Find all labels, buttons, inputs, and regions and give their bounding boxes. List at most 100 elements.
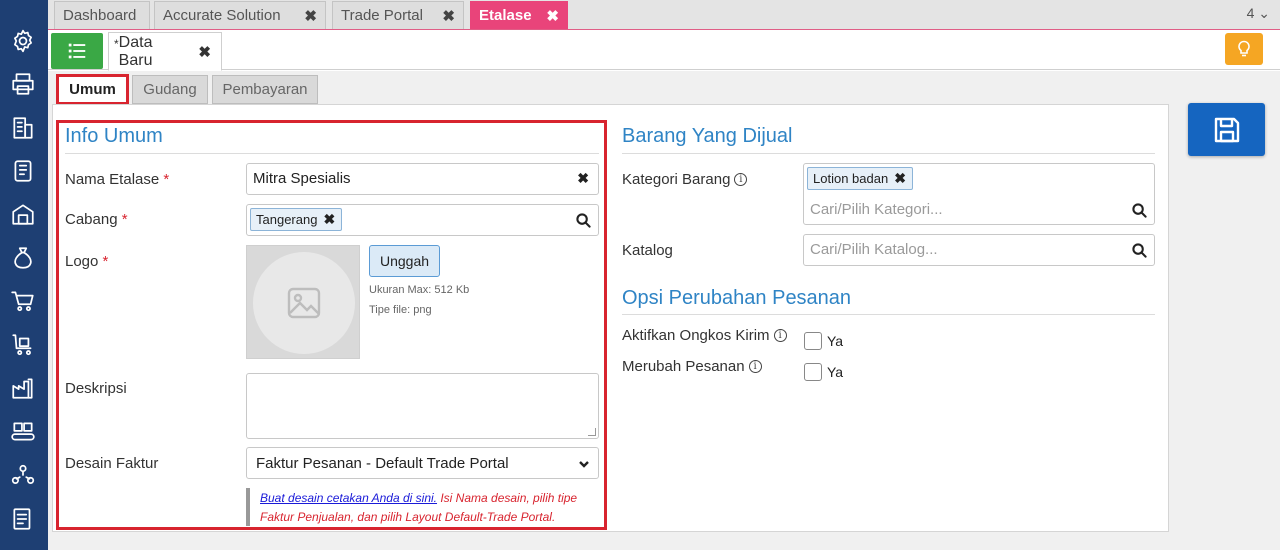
- section-divider: [65, 153, 599, 154]
- subtab-pembayaran[interactable]: Pembayaran: [212, 75, 318, 104]
- lightbulb-icon: [1238, 40, 1250, 57]
- label-text: Nama Etalase: [65, 171, 160, 188]
- chip-lotion-badan: Lotion badan ✖: [807, 167, 913, 190]
- label-ongkos-kirim: Aktifkan Ongkos Kirim i: [622, 327, 787, 344]
- label-cabang: Cabang *: [65, 211, 128, 228]
- tab-accurate-solution[interactable]: Accurate Solution ✖: [154, 1, 326, 29]
- building-icon[interactable]: [9, 114, 37, 142]
- label-logo: Logo *: [65, 253, 108, 270]
- info-icon[interactable]: i: [773, 329, 787, 342]
- doc-tab-label: Data Baru: [118, 33, 153, 69]
- tab-etalase[interactable]: Etalase ✖: [470, 1, 568, 29]
- label-text: Merubah Pesanan: [622, 358, 745, 375]
- desain-faktur-select[interactable]: Faktur Pesanan - Default Trade Portal: [246, 447, 599, 479]
- chip-tangerang: Tangerang ✖: [250, 208, 343, 231]
- buat-desain-link[interactable]: Buat desain cetakan Anda di sini.: [260, 491, 437, 505]
- ongkos-kirim-option: Ya: [827, 333, 844, 349]
- tab-label: Etalase: [479, 7, 532, 24]
- kategori-placeholder: Cari/Pilih Kategori...: [810, 201, 943, 218]
- section-divider: [622, 153, 1155, 154]
- merubah-pesanan-option: Ya: [827, 364, 844, 380]
- select-value: Faktur Pesanan - Default Trade Portal: [256, 455, 509, 472]
- section-title-barang: Barang Yang Dijual: [622, 125, 793, 147]
- document-toolbar: * Data Baru ✖: [48, 30, 1280, 71]
- info-icon[interactable]: i: [734, 173, 748, 186]
- section-divider: [622, 314, 1155, 315]
- close-icon[interactable]: ✖: [198, 43, 211, 61]
- merubah-pesanan-checkbox[interactable]: [804, 363, 822, 381]
- money-bag-icon[interactable]: [9, 244, 37, 272]
- label-deskripsi: Deskripsi: [65, 380, 127, 397]
- section-title-info-umum: Info Umum: [65, 125, 163, 147]
- label-katalog: Katalog: [622, 242, 673, 259]
- chip-label: Lotion badan: [813, 171, 889, 186]
- share-people-icon[interactable]: [9, 461, 37, 489]
- left-sidebar: [0, 0, 48, 550]
- tab-label: Dashboard: [63, 7, 137, 24]
- chip-label: Tangerang: [256, 212, 318, 227]
- doc-tab-data-baru[interactable]: * Data Baru ✖: [108, 32, 222, 71]
- tab-count-dropdown[interactable]: 4 ⌄: [1247, 5, 1270, 22]
- search-icon[interactable]: [1132, 203, 1147, 218]
- printer-icon[interactable]: [9, 70, 37, 98]
- required-mark: *: [163, 171, 170, 188]
- factory-icon[interactable]: [9, 374, 37, 402]
- deskripsi-textarea[interactable]: [246, 373, 599, 439]
- ongkos-kirim-checkbox[interactable]: [804, 332, 822, 350]
- info-icon[interactable]: i: [748, 360, 762, 373]
- close-icon[interactable]: ✖: [442, 7, 455, 25]
- subtab-gudang[interactable]: Gudang: [132, 75, 208, 104]
- clear-icon[interactable]: ✖: [577, 170, 589, 187]
- logo-max-size: Ukuran Max: 512 Kb: [369, 284, 470, 296]
- required-mark: *: [121, 211, 128, 228]
- search-icon[interactable]: [1132, 243, 1147, 258]
- label-kategori-barang: Kategori Barang i: [622, 171, 748, 188]
- upload-button[interactable]: Unggah: [369, 245, 440, 277]
- label-text: Aktifkan Ongkos Kirim: [622, 327, 770, 344]
- tab-dashboard[interactable]: Dashboard: [54, 1, 150, 29]
- save-button[interactable]: [1188, 103, 1265, 156]
- search-icon[interactable]: [576, 213, 591, 228]
- tab-label: Trade Portal: [341, 7, 423, 24]
- section-title-opsi: Opsi Perubahan Pesanan: [622, 287, 852, 309]
- chevron-down-icon: ⌄: [1258, 5, 1270, 21]
- label-text: Cabang: [65, 211, 118, 228]
- desain-note: Buat desain cetakan Anda di sini. Isi Na…: [246, 488, 599, 526]
- katalog-placeholder: Cari/Pilih Katalog...: [810, 241, 938, 258]
- logo-placeholder: [253, 252, 355, 354]
- close-icon[interactable]: ✖: [304, 7, 317, 25]
- label-merubah-pesanan: Merubah Pesanan i: [622, 358, 762, 375]
- close-icon[interactable]: ✖: [546, 7, 559, 25]
- top-tab-strip: Dashboard Accurate Solution ✖ Trade Port…: [48, 0, 1280, 30]
- tax-document-icon[interactable]: [9, 505, 37, 533]
- katalog-input[interactable]: Cari/Pilih Katalog...: [803, 234, 1155, 266]
- cart-box-icon[interactable]: [9, 331, 37, 359]
- cart-icon[interactable]: [9, 287, 37, 315]
- label-nama-etalase: Nama Etalase *: [65, 171, 169, 188]
- tab-label: Accurate Solution: [163, 7, 281, 24]
- tips-button[interactable]: [1225, 33, 1263, 65]
- warehouse-icon[interactable]: [9, 200, 37, 228]
- tab-trade-portal[interactable]: Trade Portal ✖: [332, 1, 464, 29]
- remove-chip-icon[interactable]: ✖: [894, 170, 906, 187]
- chevron-down-icon: [578, 457, 590, 469]
- subtab-umum[interactable]: Umum: [56, 74, 129, 105]
- input-value: Mitra Spesialis: [253, 170, 351, 187]
- gear-icon[interactable]: [9, 27, 37, 55]
- list-button[interactable]: [51, 33, 103, 69]
- label-text: Kategori Barang: [622, 171, 731, 188]
- list-icon: [68, 43, 86, 59]
- label-desain-faktur: Desain Faktur: [65, 455, 159, 472]
- label-text: Logo: [65, 253, 99, 270]
- modified-indicator: *: [114, 36, 119, 51]
- remove-chip-icon[interactable]: ✖: [323, 211, 335, 228]
- conveyor-icon[interactable]: [9, 418, 37, 446]
- save-icon: [1214, 117, 1239, 142]
- logo-preview[interactable]: [246, 245, 360, 359]
- resize-handle[interactable]: [588, 428, 596, 436]
- notebook-icon[interactable]: [9, 157, 37, 185]
- image-placeholder-icon: [287, 287, 321, 319]
- tab-count: 4: [1246, 5, 1255, 21]
- required-mark: *: [102, 253, 109, 270]
- nama-etalase-input[interactable]: Mitra Spesialis ✖: [246, 163, 599, 195]
